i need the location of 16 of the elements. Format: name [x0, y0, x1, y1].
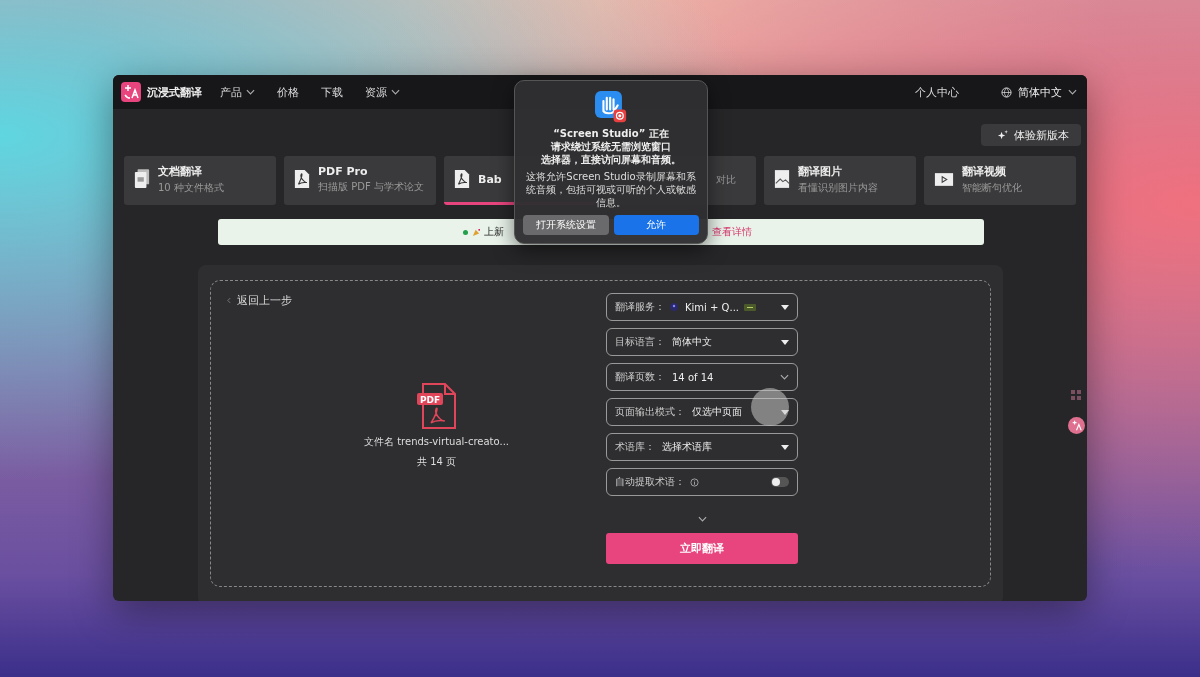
card-title: PDF Pro: [318, 164, 369, 178]
card-subtitle: 10 种文件格式: [158, 180, 224, 195]
card-subtitle: 对比: [716, 173, 736, 187]
banner-text: 上新: [484, 225, 504, 239]
page-count: 共 14 页: [416, 455, 457, 469]
file-name: 文件名 trends-virtual-creato...: [364, 435, 509, 449]
toggle-row: 自动提取术语：: [606, 468, 798, 496]
card-subtitle: 扫描版 PDF 与学术论文: [318, 179, 424, 194]
card-title: 文档翻译: [158, 163, 203, 179]
card-subtitle: 智能断句优化: [962, 180, 1022, 195]
dialog-message: 这将允许Screen Studio录制屏幕和系统音频，包括可视或可听的个人或敏感信息。: [525, 170, 697, 209]
card-title: 翻译视频: [962, 163, 1007, 179]
dialog-title: “Screen Studio” 正在 请求绕过系统无需浏览窗口 选择器，直接访问屏幕和音频。: [541, 127, 681, 166]
card-title: 翻译图片: [798, 163, 843, 179]
card-subtitle: 看懂识别图片内容: [798, 180, 878, 195]
card-title: Bab: [478, 172, 502, 186]
